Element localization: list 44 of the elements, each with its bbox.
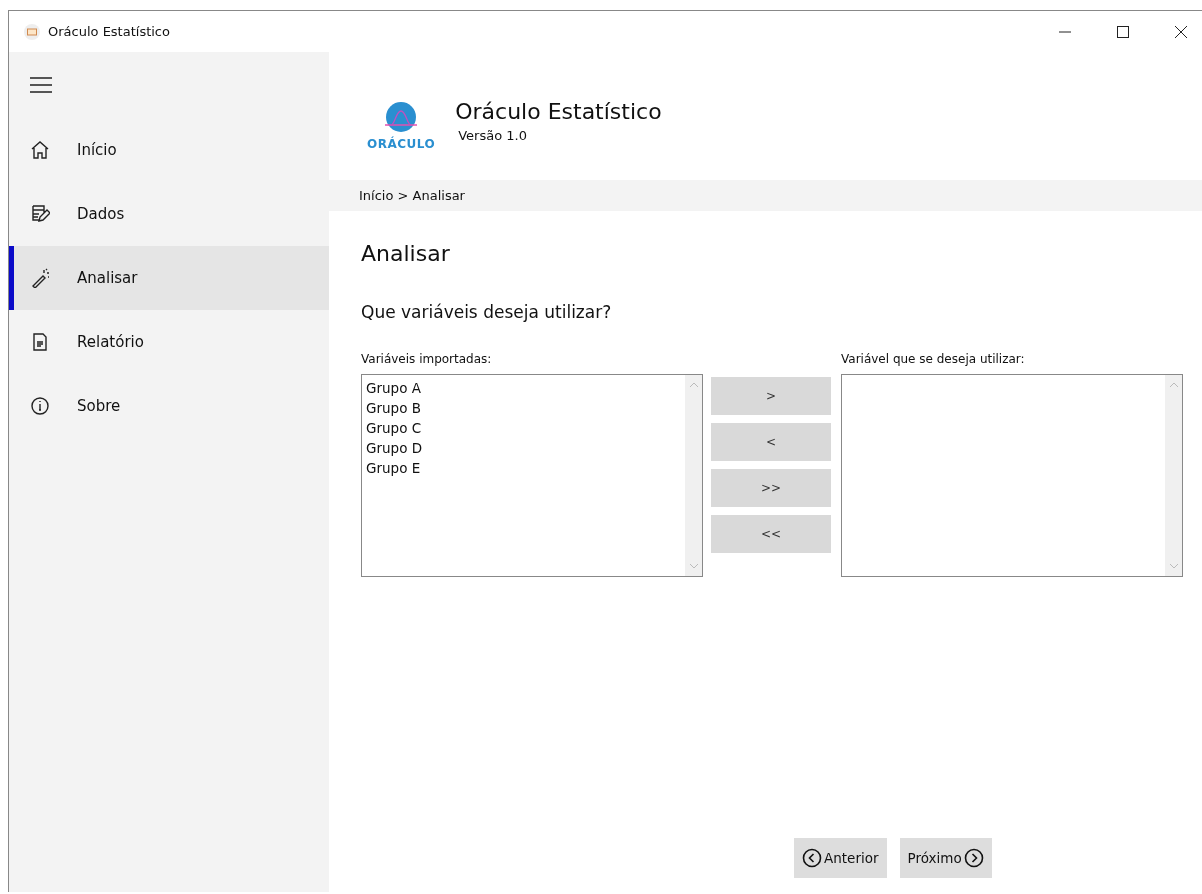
transfer-button[interactable]: >> <box>711 469 831 507</box>
window-title: Oráculo Estatístico <box>48 24 170 39</box>
page-title: Analisar <box>361 241 451 266</box>
menu-icon[interactable] <box>30 77 52 93</box>
list-item[interactable]: Grupo D <box>366 438 681 458</box>
app-icon <box>24 23 40 40</box>
next-button[interactable]: Próximo <box>899 838 992 878</box>
sidebar-item[interactable]: Início <box>9 118 329 182</box>
breadcrumb: Início > Analisar <box>359 188 465 203</box>
maximize-icon[interactable] <box>1116 24 1130 39</box>
magic-wand-icon <box>30 268 50 288</box>
list-item[interactable]: Grupo C <box>366 418 681 438</box>
sidebar-item[interactable]: Sobre <box>9 374 329 438</box>
info-icon <box>30 396 50 416</box>
list-label: Variável que se deseja utilizar: <box>841 352 1026 366</box>
scroll-up-icon[interactable] <box>688 381 699 389</box>
app-title: Oráculo Estatístico <box>455 99 662 124</box>
back-button[interactable]: Anterior <box>794 838 887 878</box>
selected-variables-list[interactable] <box>841 374 1183 577</box>
list-label: Variáveis importadas: <box>361 352 493 366</box>
logo: ORÁCULO <box>367 101 436 151</box>
variables-list[interactable]: Grupo A Grupo B Grupo C Grupo D Grupo E <box>361 374 703 577</box>
circle-right-icon <box>963 848 984 868</box>
transfer-button[interactable]: < <box>711 423 831 461</box>
scroll-down-icon[interactable] <box>688 562 699 570</box>
scrollbar[interactable] <box>685 375 702 576</box>
home-icon <box>30 140 50 160</box>
sidebar-item[interactable]: Relatório <box>9 310 329 374</box>
document-icon <box>30 332 50 352</box>
list-item[interactable]: Grupo B <box>366 398 681 418</box>
scroll-up-icon[interactable] <box>1168 381 1179 389</box>
transfer-button[interactable]: > <box>711 377 831 415</box>
transfer-button[interactable]: << <box>711 515 831 553</box>
sidebar-item[interactable]: Analisar <box>9 246 329 310</box>
sidebar-item[interactable]: Dados <box>9 182 329 246</box>
scroll-down-icon[interactable] <box>1168 562 1179 570</box>
table-pencil-icon <box>30 204 50 224</box>
close-icon[interactable] <box>1174 24 1188 39</box>
list-item[interactable]: Grupo A <box>366 378 681 398</box>
scrollbar[interactable] <box>1165 375 1182 576</box>
list-item[interactable]: Grupo E <box>366 458 681 478</box>
question-text: Que variáveis deseja utilizar? <box>361 302 613 322</box>
version-label: Versão 1.0 <box>457 128 528 143</box>
circle-left-icon <box>802 848 822 868</box>
